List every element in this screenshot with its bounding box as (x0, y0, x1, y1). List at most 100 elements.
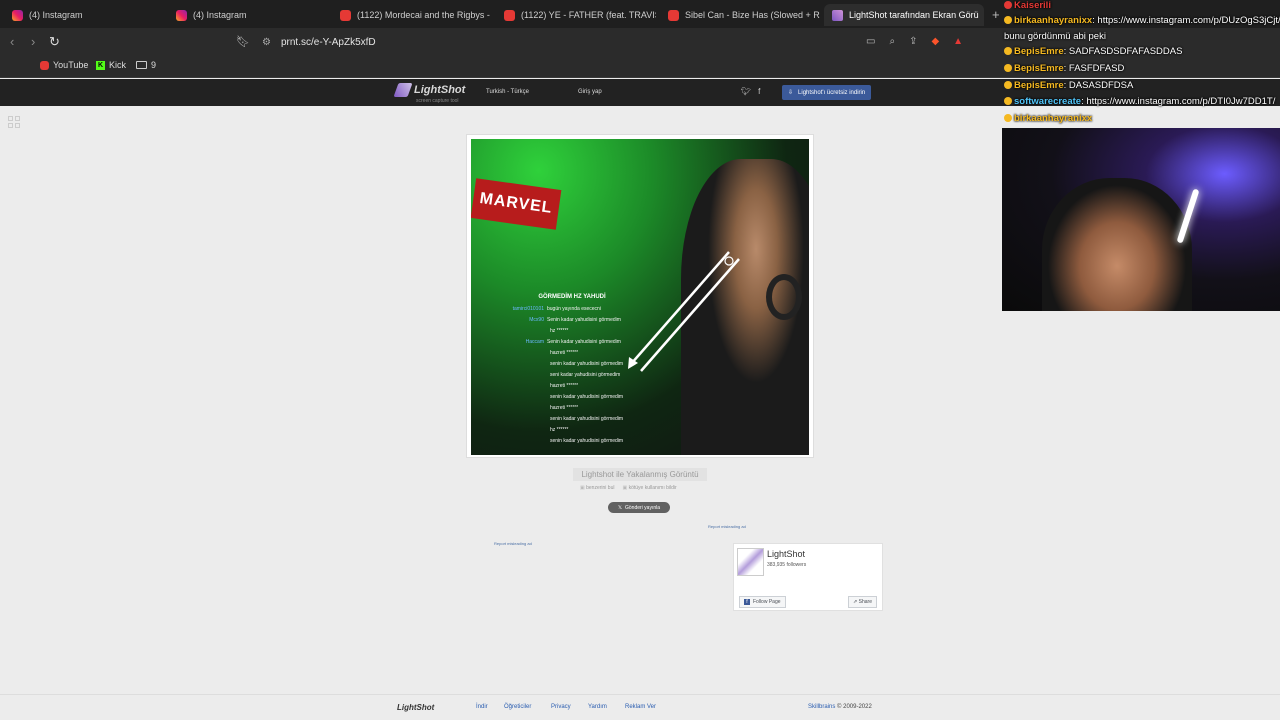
screenshot-frame: MARVEL GÖRMEDİM HZ YAHUDİ tamirci010101 b… (466, 134, 814, 458)
tweet-button[interactable]: 𝕏 Gönderi yayınla (608, 502, 670, 513)
youtube-icon (40, 60, 49, 70)
facebook-page-widget: LightShot 383,935 followers f Follow Pag… (733, 543, 883, 611)
language-selector[interactable]: Turkish - Türkçe (486, 89, 529, 95)
footer-link-privacy[interactable]: Privacy (551, 704, 571, 710)
stream-chat-user[interactable]: softwarecreate (1014, 96, 1081, 107)
skillbrains-link[interactable]: Skillbrains (808, 704, 835, 710)
x-icon: 𝕏 (617, 504, 622, 511)
tab-youtube-father[interactable]: (1122) YE - FATHER (feat. TRAVIS SCO (496, 4, 656, 26)
cursor-icon (724, 256, 734, 266)
zoom-icon[interactable]: ⌕ (889, 36, 895, 47)
facebook-page-name[interactable]: LightShot (767, 549, 805, 559)
bookmark-label: YouTube (53, 60, 89, 70)
lightshot-logo[interactable]: LightShot screen capture tool (393, 83, 466, 104)
site-info-icon[interactable]: ⚙︎ (262, 37, 271, 48)
stream-chat-user[interactable]: BepisEmre (1014, 63, 1064, 74)
footer-link-advertise[interactable]: Reklam Ver (625, 704, 656, 710)
stream-chat-line: bunu gördünmü abi peki (1004, 31, 1106, 42)
footer-link-tutorials[interactable]: Öğreticiler (504, 704, 531, 710)
tab-instagram-1[interactable]: (4) Instagram (4, 4, 164, 26)
stream-chat-message: : DASASDFDSA (1063, 80, 1134, 91)
address-bar-actions: ▭ ⌕ ⇪ ◆ ▲ (866, 36, 963, 47)
stream-chat-message: : https://www.instagram.com/p/DUzOgS3jCj… (1092, 15, 1280, 26)
chat-badge-icon (1004, 1, 1012, 9)
screenshot-caption: Lightshot ile Yakalanmış Görüntü (573, 468, 707, 481)
tab-title: Sibel Can - Bize Has (Slowed + Rever (685, 10, 820, 20)
instagram-icon (176, 9, 187, 21)
new-tab-icon[interactable]: + (992, 7, 1000, 22)
stream-chat-user[interactable]: Kaiserili (1014, 0, 1051, 11)
youtube-icon (340, 9, 351, 21)
copyright-text: © 2009-2022 (837, 704, 872, 710)
streamer-webcam-figure (1042, 178, 1192, 311)
stream-chat-overlay: Kaiserili birkaanhayranixx: https://www.i… (1002, 0, 1280, 128)
find-similar-link[interactable]: benzerini bul (580, 485, 614, 491)
logo-tagline: screen capture tool (416, 98, 459, 104)
tab-title: (1122) YE - FATHER (feat. TRAVIS SCO (521, 10, 656, 20)
share-button[interactable]: ⇗ Share (848, 596, 877, 608)
tab-title: (4) Instagram (193, 10, 247, 20)
tab-lightshot[interactable]: LightShot tarafından Ekran Görü ✕ (824, 4, 984, 26)
facebook-followers: 383,935 followers (767, 562, 807, 568)
stream-chat-user[interactable]: BepisEmre (1014, 80, 1064, 91)
chat-badge-icon (1004, 64, 1012, 72)
webcam-overlay (1002, 128, 1280, 311)
logo-text: LightShot (414, 84, 466, 96)
stream-chat-line: birkaanhayranixx (1004, 113, 1092, 124)
footer-link-download[interactable]: İndir (476, 704, 488, 710)
share-icon[interactable]: ⇪ (909, 36, 917, 47)
follow-page-button[interactable]: f Follow Page (739, 596, 786, 608)
stream-chat-message: bunu gördünmü abi peki (1004, 31, 1106, 42)
stream-chat-user[interactable]: birkaanhayranixx (1014, 15, 1092, 26)
stream-chat-message: : FASFDFASD (1063, 63, 1125, 74)
download-button[interactable]: ⇩ Lightshot'ı ücretsiz indirin (782, 85, 872, 100)
screen-cast-icon[interactable]: ▭ (866, 36, 875, 47)
bookmark-folder[interactable]: 9 (136, 60, 156, 70)
youtube-icon (504, 9, 515, 21)
chat-badge-icon (1004, 47, 1012, 55)
kick-icon: K (96, 60, 105, 70)
footer-copyright: Skillbrains © 2009-2022 (808, 704, 872, 710)
stream-chat-user[interactable]: birkaanhayranixx (1014, 113, 1092, 124)
twitter-icon[interactable]: 🐦︎ (741, 87, 751, 96)
report-ad-link-2[interactable]: Report misleading ad (494, 541, 532, 546)
stream-chat-user[interactable]: BepisEmre (1014, 46, 1064, 57)
youtube-icon (668, 9, 679, 21)
login-link[interactable]: Giriş yap (578, 89, 602, 95)
stream-chat-line: BepisEmre: SADFASDSDFAFASDDAS (1004, 46, 1182, 57)
tab-title: LightShot tarafından Ekran Görü (849, 10, 979, 20)
reload-icon[interactable]: ↻ (49, 34, 60, 50)
lightshot-page-logo[interactable] (737, 548, 764, 576)
tab-instagram-2[interactable]: (4) Instagram (168, 4, 328, 26)
chat-badge-icon (1004, 16, 1012, 24)
arrow-line-1 (630, 251, 730, 365)
folder-icon (136, 61, 147, 69)
share-label: Share (858, 599, 872, 605)
tab-youtube-sibel-can[interactable]: Sibel Can - Bize Has (Slowed + Rever (660, 4, 820, 26)
bookmark-icon[interactable]: 🔖︎ (236, 35, 250, 48)
apps-grid-icon[interactable] (8, 116, 20, 128)
lightshot-icon (832, 9, 843, 21)
follow-label: Follow Page (753, 599, 781, 605)
brave-shield-icon[interactable]: ◆ (931, 36, 939, 47)
stream-chat-line: birkaanhayranixx: https://www.instagram.… (1004, 15, 1280, 26)
brave-rewards-icon[interactable]: ▲ (953, 36, 963, 47)
back-icon[interactable]: ‹ (10, 34, 14, 49)
bookmark-kick[interactable]: K Kick (96, 60, 126, 70)
footer-link-help[interactable]: Yardım (588, 704, 607, 710)
bookmark-youtube[interactable]: YouTube (40, 60, 88, 70)
chat-badge-icon (1004, 97, 1012, 105)
screenshot-image[interactable]: MARVEL GÖRMEDİM HZ YAHUDİ tamirci010101 b… (471, 139, 809, 455)
report-abuse-link[interactable]: kötüye kullanımı bildir (622, 485, 677, 491)
stream-chat-message: : https://www.instagram.com/p/DTI0Jw7DD1… (1081, 96, 1276, 107)
bookmark-label: Kick (109, 60, 127, 70)
report-ad-link-1[interactable]: Report misleading ad (708, 524, 746, 529)
stream-chat-line: BepisEmre: FASFDFASD (1004, 63, 1124, 74)
lightshot-footer: LightShot İndir Öğreticiler Privacy Yard… (0, 694, 1280, 720)
url-text: prnt.sc/e-Y-ApZk5xfD (280, 36, 376, 48)
facebook-icon[interactable]: f (758, 87, 760, 96)
tab-youtube-mordecai[interactable]: (1122) Mordecai and the Rigbys - Pa (332, 4, 492, 26)
footer-logo[interactable]: LightShot (397, 703, 434, 712)
stream-chat-message: : SADFASDSDFAFASDDAS (1063, 46, 1183, 57)
forward-icon[interactable]: › (31, 34, 35, 49)
